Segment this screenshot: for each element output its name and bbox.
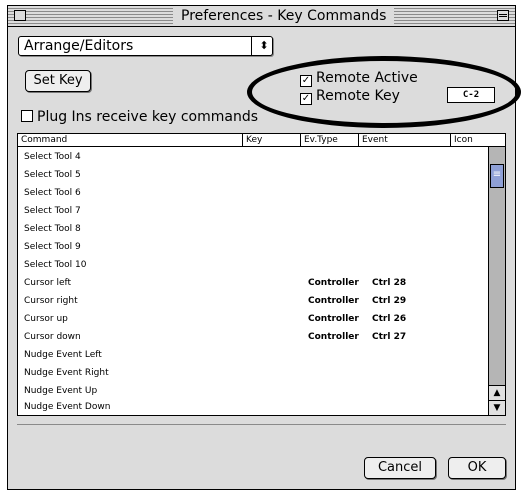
table-row[interactable]: Select Tool 10	[18, 256, 488, 274]
remote-key-field[interactable]: C-2	[447, 87, 495, 103]
remote-key-checkbox[interactable]: ✓ Remote Key	[300, 88, 400, 105]
plugins-checkbox-box-icon[interactable]	[21, 110, 33, 122]
table-row[interactable]: Nudge Event Up	[18, 382, 488, 400]
table-row[interactable]: Cursor right Controller Ctrl 29	[18, 292, 488, 310]
scroll-down-arrow-icon[interactable]: ▼	[489, 400, 505, 415]
header-icon[interactable]: Icon	[450, 134, 505, 146]
plugins-checkbox-label: Plug Ins receive key commands	[37, 109, 259, 125]
scroll-up-arrow-icon[interactable]: ▲	[489, 385, 505, 400]
remote-active-checkbox[interactable]: ✓ Remote Active	[300, 70, 418, 87]
remote-key-check-icon[interactable]: ✓	[300, 93, 312, 105]
table-row[interactable]: Nudge Event Right	[18, 364, 488, 382]
remote-active-label: Remote Active	[316, 70, 418, 86]
collapse-box-icon[interactable]	[497, 10, 509, 21]
header-ev-type[interactable]: Ev.Type	[300, 134, 358, 146]
ok-button[interactable]: OK	[448, 457, 506, 479]
close-box-icon[interactable]	[14, 10, 26, 21]
category-dropdown[interactable]: Arrange/Editors ⬍	[18, 36, 273, 56]
table-row[interactable]: Select Tool 7	[18, 202, 488, 220]
table-row[interactable]: Nudge Event Down	[18, 400, 488, 415]
vertical-scrollbar[interactable]: ≡ ▲ ▼	[488, 147, 505, 415]
window-title: Preferences - Key Commands	[173, 7, 395, 25]
table-row[interactable]: Nudge Event Left	[18, 346, 488, 364]
remote-active-check-icon[interactable]: ✓	[300, 75, 312, 87]
title-bar[interactable]: Preferences - Key Commands	[8, 6, 515, 27]
footer-divider	[17, 424, 506, 425]
table-row[interactable]: Select Tool 5	[18, 166, 488, 184]
table-row[interactable]: Select Tool 6	[18, 184, 488, 202]
dropdown-arrows-icon: ⬍	[259, 39, 269, 52]
header-event[interactable]: Event	[358, 134, 450, 146]
table-row[interactable]: Cursor down Controller Ctrl 27	[18, 328, 488, 346]
remote-key-label: Remote Key	[316, 88, 400, 104]
scroll-thumb[interactable]: ≡	[490, 164, 504, 188]
preferences-window: Preferences - Key Commands Arrange/Edito…	[7, 5, 516, 490]
header-command[interactable]: Command	[18, 134, 242, 146]
key-command-list[interactable]: Select Tool 4 Select Tool 5 Select Tool …	[17, 146, 506, 416]
scroll-grip-icon: ≡	[492, 169, 502, 180]
table-header: Command Key Ev.Type Event Icon	[17, 133, 506, 147]
category-dropdown-value: Arrange/Editors	[24, 38, 134, 54]
dropdown-divider	[251, 37, 252, 55]
table-row[interactable]: Select Tool 9	[18, 238, 488, 256]
table-row[interactable]: Cursor left Controller Ctrl 28	[18, 274, 488, 292]
cancel-button[interactable]: Cancel	[364, 457, 436, 479]
set-key-button[interactable]: Set Key	[25, 70, 91, 92]
table-row[interactable]: Select Tool 4	[18, 148, 488, 166]
table-row[interactable]: Select Tool 8	[18, 220, 488, 238]
plugins-checkbox[interactable]: Plug Ins receive key commands	[21, 109, 258, 125]
header-key[interactable]: Key	[242, 134, 300, 146]
table-row[interactable]: Cursor up Controller Ctrl 26	[18, 310, 488, 328]
